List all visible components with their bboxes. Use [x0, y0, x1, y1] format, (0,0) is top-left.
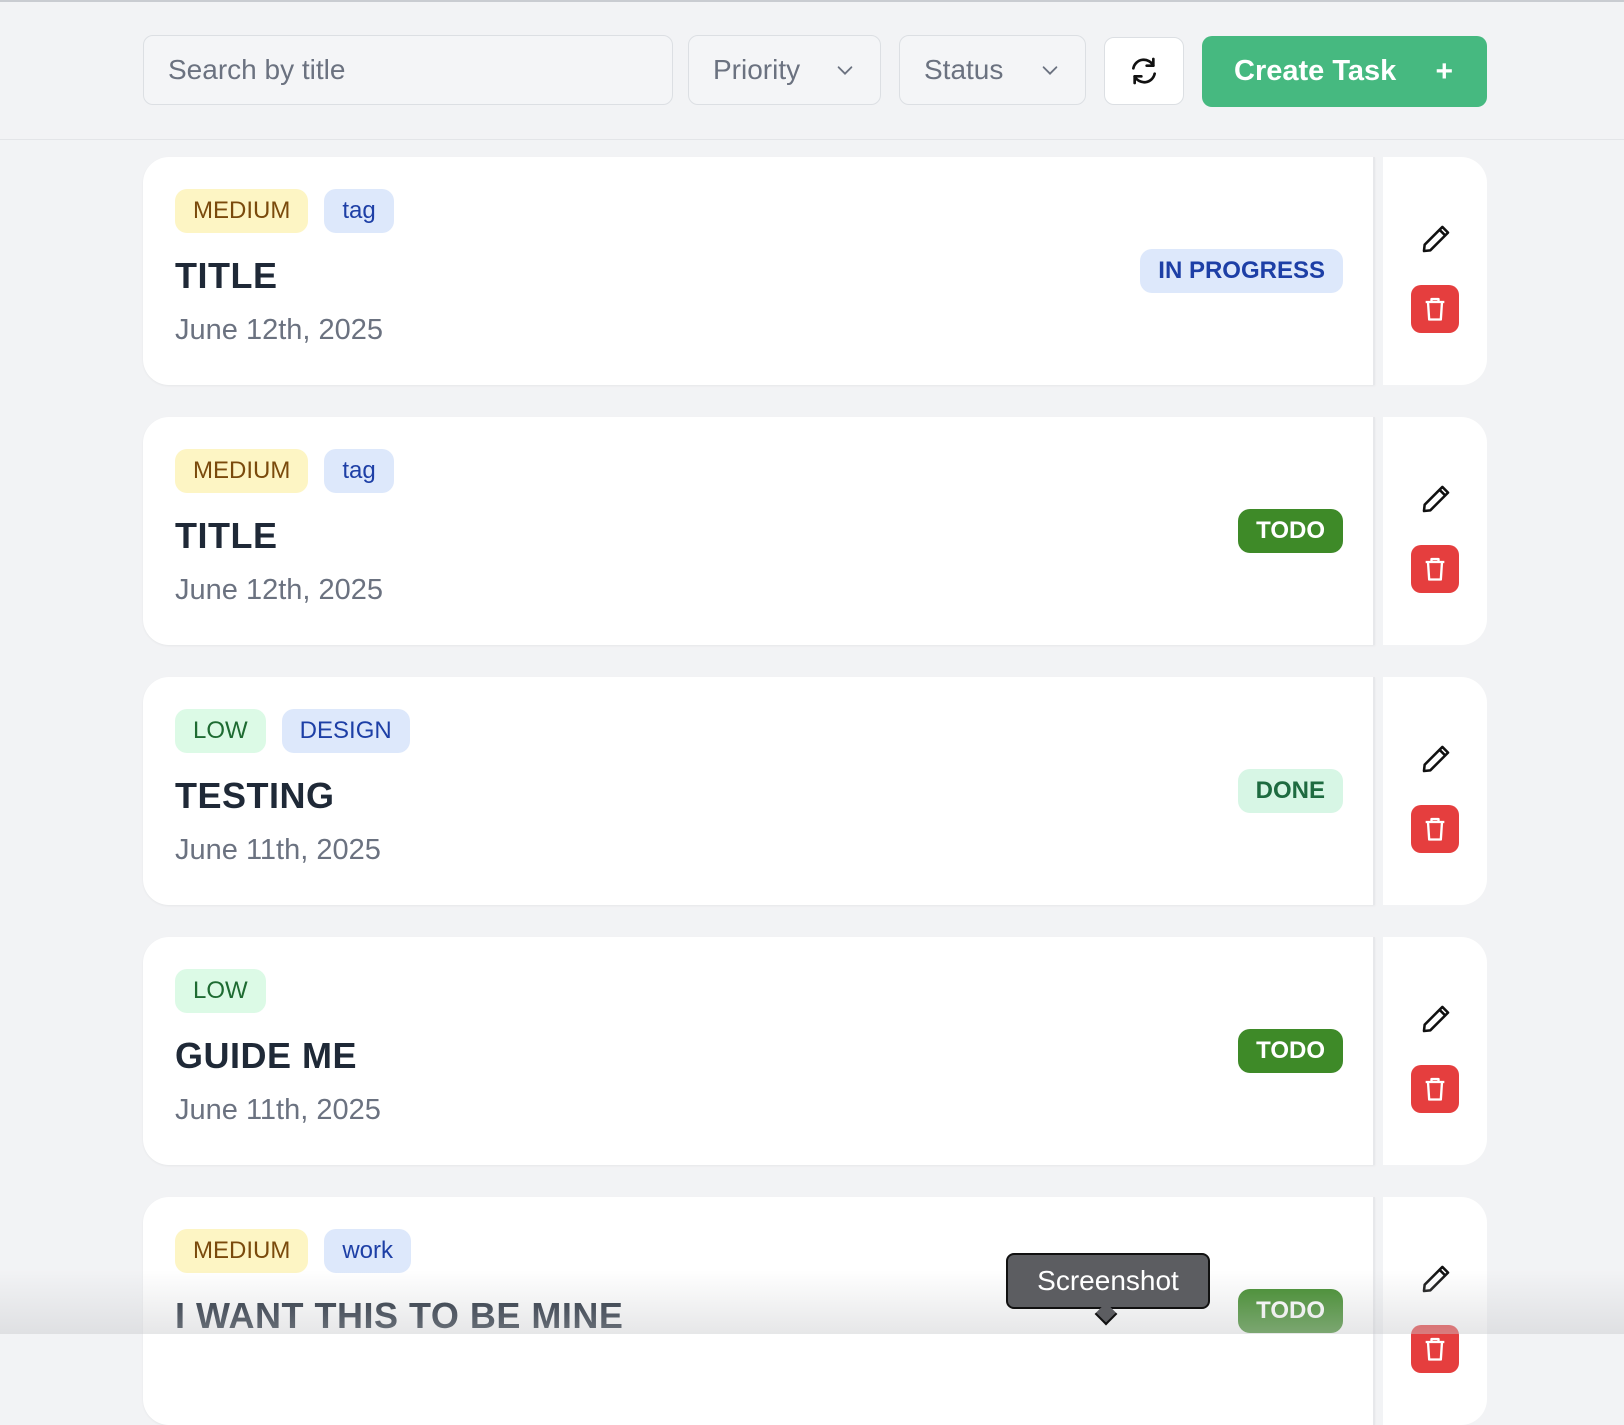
task-card[interactable]: MEDIUM work I WANT THIS TO BE MINE TODO [143, 1197, 1375, 1425]
status-badge: TODO [1238, 1289, 1343, 1333]
pencil-icon [1422, 1265, 1450, 1293]
priority-select[interactable]: Priority [688, 35, 881, 105]
status-badge: DONE [1237, 769, 1343, 813]
delete-button[interactable] [1411, 1065, 1459, 1113]
toolbar: Priority Status Create Task + [0, 2, 1624, 140]
task-card[interactable]: MEDIUM tag TITLE June 12th, 2025 TODO [143, 417, 1375, 645]
task-date: June 11th, 2025 [175, 834, 381, 866]
create-task-button[interactable]: Create Task + [1202, 36, 1487, 107]
task-card[interactable]: MEDIUM tag TITLE June 12th, 2025 IN PROG… [143, 157, 1375, 385]
delete-button[interactable] [1411, 805, 1459, 853]
priority-badge: MEDIUM [175, 189, 309, 233]
priority-badge: MEDIUM [175, 449, 309, 493]
edit-button[interactable] [1416, 999, 1456, 1039]
edit-button[interactable] [1416, 1259, 1456, 1299]
status-badge: IN PROGRESS [1140, 249, 1343, 293]
refresh-icon [1132, 57, 1156, 85]
task-actions [1383, 157, 1487, 385]
task-actions [1383, 937, 1487, 1165]
status-select[interactable]: Status [899, 35, 1086, 105]
pencil-icon [1422, 745, 1450, 773]
tag-badge: work [324, 1229, 411, 1273]
task-title: TITLE [175, 255, 278, 296]
trash-icon [1425, 297, 1445, 321]
tag-badge: tag [324, 189, 394, 233]
plus-icon: + [1435, 54, 1453, 88]
task-date: June 12th, 2025 [175, 574, 384, 606]
screenshot-tooltip: Screenshot [1006, 1253, 1210, 1309]
tag-badge: tag [324, 449, 394, 493]
pencil-icon [1422, 1005, 1450, 1033]
tag-badge: DESIGN [281, 709, 410, 753]
priority-badge: LOW [175, 969, 266, 1013]
status-badge: TODO [1238, 1029, 1343, 1073]
priority-badge: LOW [175, 709, 266, 753]
edit-button[interactable] [1416, 479, 1456, 519]
priority-badge: MEDIUM [175, 1229, 309, 1273]
task-title: TITLE [175, 515, 278, 556]
trash-icon [1425, 817, 1445, 841]
task-actions [1383, 677, 1487, 905]
search-input[interactable] [143, 35, 673, 105]
task-date: June 11th, 2025 [175, 1094, 381, 1126]
delete-button[interactable] [1411, 545, 1459, 593]
trash-icon [1425, 557, 1445, 581]
trash-icon [1425, 1077, 1445, 1101]
task-actions [1383, 1197, 1487, 1425]
create-task-label: Create Task [1234, 55, 1397, 87]
chevron-down-icon [1042, 66, 1058, 75]
task-actions [1383, 417, 1487, 645]
task-date: June 12th, 2025 [175, 314, 384, 346]
edit-button[interactable] [1416, 739, 1456, 779]
pencil-icon [1422, 225, 1450, 253]
delete-button[interactable] [1411, 1325, 1459, 1373]
task-title: TESTING [175, 775, 335, 816]
refresh-button[interactable] [1104, 37, 1184, 105]
task-title: I WANT THIS TO BE MINE [175, 1295, 624, 1336]
task-title: GUIDE ME [175, 1035, 358, 1076]
priority-select-label: Priority [713, 54, 801, 85]
trash-icon [1425, 1337, 1445, 1361]
pencil-icon [1422, 485, 1450, 513]
status-select-label: Status [924, 54, 1004, 85]
chevron-down-icon [837, 66, 853, 75]
edit-button[interactable] [1416, 219, 1456, 259]
delete-button[interactable] [1411, 285, 1459, 333]
task-card[interactable]: LOW GUIDE ME June 11th, 2025 TODO [143, 937, 1375, 1165]
task-card[interactable]: LOW DESIGN TESTING June 11th, 2025 DONE [143, 677, 1375, 905]
status-badge: TODO [1238, 509, 1343, 553]
